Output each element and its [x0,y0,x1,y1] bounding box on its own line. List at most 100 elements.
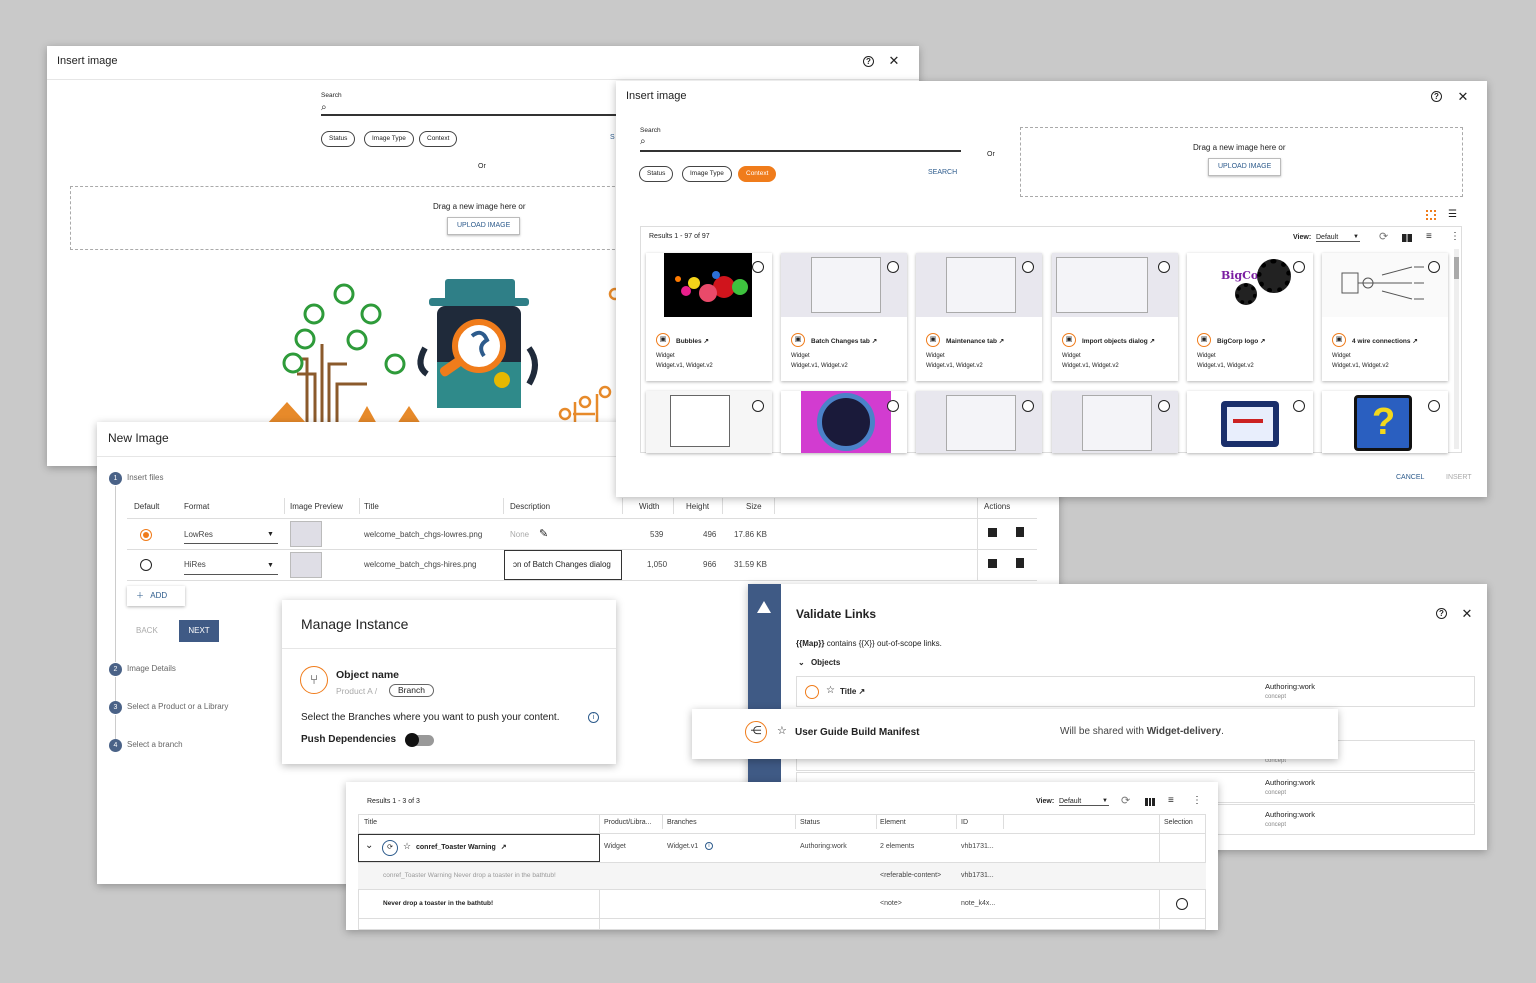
external-link-icon[interactable]: ↗ [1412,338,1417,345]
scrollbar[interactable] [1454,249,1459,449]
selection-radio[interactable] [1176,898,1188,910]
card-title[interactable]: Import objects dialog ↗ [1082,337,1155,345]
refresh-icon[interactable]: ⟳ [1379,230,1388,243]
default-radio[interactable] [140,559,152,571]
chevron-down-icon[interactable]: ⌄ [365,840,373,851]
select-radio[interactable] [1158,261,1170,273]
delete-icon[interactable] [1016,558,1024,568]
table-row[interactable]: conref_Toaster Warning Never drop a toas… [358,863,1206,889]
external-link-icon[interactable]: ↗ [999,338,1004,345]
columns-icon[interactable] [1145,798,1155,806]
external-link-icon[interactable]: ↗ [872,338,877,345]
image-card[interactable] [1187,391,1313,453]
delete-icon[interactable] [1016,527,1024,537]
add-button[interactable]: ＋ ADD [127,586,185,606]
card-title[interactable]: 4 wire connections ↗ [1352,337,1418,345]
close-icon[interactable]: ✕ [1455,89,1471,105]
chip-status[interactable]: Status [321,131,356,147]
copy-icon[interactable] [988,528,997,537]
external-link-icon[interactable]: ↗ [1150,338,1155,345]
row-title[interactable]: conref_Toaster Warning ↗ [416,843,507,851]
close-icon[interactable]: ✕ [1459,606,1475,622]
select-radio[interactable] [752,400,764,412]
info-icon[interactable]: i [588,712,599,723]
grid-view-icon[interactable] [1426,210,1436,220]
next-button[interactable]: NEXT [179,620,219,642]
drop-zone[interactable] [70,186,630,250]
select-radio[interactable] [1293,400,1305,412]
image-card[interactable] [1052,391,1178,453]
row-title[interactable]: Title ↗ [840,687,865,696]
list-view-icon[interactable]: ☰ [1448,210,1457,220]
table-row[interactable]: ⌄ ⟳ ☆ conref_Toaster Warning ↗ Widget Wi… [358,834,1206,862]
default-radio-selected[interactable] [140,529,152,541]
image-card[interactable] [781,391,907,453]
card-title[interactable]: Bubbles ↗ [676,337,709,345]
star-icon[interactable]: ☆ [403,841,411,852]
description-input[interactable]: ɔn of Batch Changes dialog [504,550,622,580]
select-radio[interactable] [1022,400,1034,412]
branch-chip[interactable]: Branch [389,684,434,697]
card-title[interactable]: Maintenance tab ↗ [946,337,1004,345]
edit-pencil-icon[interactable]: ✎ [539,527,548,540]
table-row[interactable]: Never drop a toaster in the bathtub! <no… [358,890,1206,918]
copy-icon[interactable] [988,559,997,568]
select-radio[interactable] [1022,261,1034,273]
image-card[interactable]: ▣ Maintenance tab ↗ Widget Widget.v1, Wi… [916,253,1042,381]
back-button[interactable]: BACK [136,626,158,635]
search-input[interactable] [321,114,621,116]
image-card[interactable]: ▣ Bubbles ↗ Widget Widget.v1, Widget.v2 [646,253,772,381]
filter-icon[interactable]: ≡ [1426,231,1432,242]
search-button[interactable]: SEARCH [928,169,957,176]
objects-toggle[interactable]: ⌄ Objects [798,658,840,667]
insert-button[interactable]: INSERT [1446,474,1472,481]
close-icon[interactable]: ✕ [886,53,902,69]
help-icon[interactable]: ? [1434,606,1450,622]
format-select[interactable]: HiRes [184,560,206,569]
cancel-button[interactable]: CANCEL [1396,474,1424,481]
image-card[interactable]: ? [1322,391,1448,453]
more-icon[interactable]: ⋮ [1450,231,1460,242]
image-card[interactable]: ▣ Import objects dialog ↗ Widget Widget.… [1052,253,1178,381]
select-radio[interactable] [1293,261,1305,273]
image-card[interactable]: ▣ Batch Changes tab ↗ Widget Widget.v1, … [781,253,907,381]
image-card[interactable] [916,391,1042,453]
upload-image-button[interactable]: UPLOAD IMAGE [1208,158,1282,176]
info-icon[interactable]: i [705,842,713,850]
shared-manifest-row[interactable]: ⋲ ☆ User Guide Build Manifest Will be sh… [692,709,1338,759]
chip-context[interactable]: Context [419,131,458,147]
star-icon[interactable]: ☆ [777,724,787,737]
external-link-icon[interactable]: ↗ [703,338,708,345]
select-radio[interactable] [1158,400,1170,412]
search-button-partial[interactable]: S [610,134,615,141]
chip-image-type[interactable]: Image Type [682,166,732,182]
push-dependencies-toggle[interactable] [405,733,434,747]
more-icon[interactable]: ⋮ [1192,795,1202,806]
select-radio[interactable] [1428,261,1440,273]
card-title[interactable]: Batch Changes tab ↗ [811,337,877,345]
select-radio[interactable] [887,261,899,273]
columns-icon[interactable] [1402,234,1412,242]
select-radio[interactable] [1428,400,1440,412]
select-radio[interactable] [752,261,764,273]
image-card[interactable]: ▣ 4 wire connections ↗ Widget Widget.v1,… [1322,253,1448,381]
help-icon[interactable]: ? [1429,89,1445,105]
external-link-icon[interactable]: ↗ [501,844,507,851]
format-select[interactable]: LowRes [184,530,213,539]
chip-status[interactable]: Status [639,166,674,182]
star-icon[interactable]: ☆ [826,685,835,696]
card-title[interactable]: BigCorp logo ↗ [1217,337,1265,345]
chip-context-active[interactable]: Context [738,166,777,182]
chip-image-type[interactable]: Image Type [364,131,414,147]
image-card[interactable]: BigCorp ▣ BigCorp logo ↗ Widget Widget.v… [1187,253,1313,381]
refresh-icon[interactable]: ⟳ [1121,794,1130,807]
help-icon[interactable]: ? [861,54,877,70]
external-link-icon[interactable]: ↗ [859,687,866,696]
manifest-name[interactable]: User Guide Build Manifest [795,727,919,738]
image-card[interactable] [646,391,772,453]
external-link-icon[interactable]: ↗ [1260,338,1265,345]
select-radio[interactable] [887,400,899,412]
filter-icon[interactable]: ≡ [1168,795,1174,806]
search-input[interactable] [640,150,961,152]
object-row[interactable]: ☆ Title ↗ Authoring:work concept [796,676,1475,707]
